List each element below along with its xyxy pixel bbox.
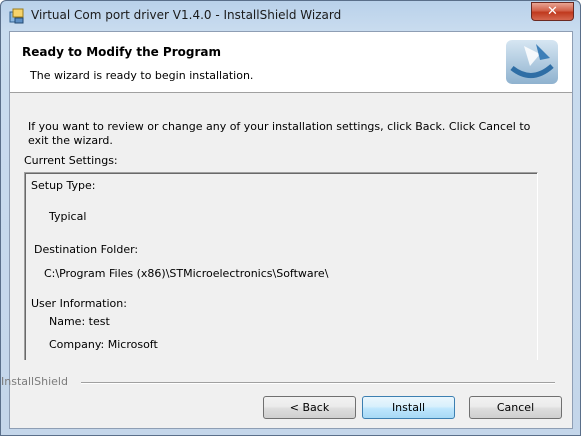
installshield-brand-label: InstallShield <box>1 375 68 388</box>
cancel-button[interactable]: Cancel <box>469 396 562 419</box>
page-title: Ready to Modify the Program <box>22 45 221 59</box>
settings-summary-inner: Setup Type: Typical Destination Folder: … <box>25 173 537 360</box>
title-bar[interactable]: Virtual Com port driver V1.4.0 - Install… <box>1 1 580 31</box>
wizard-client: Ready to Modify the Program The wizard i… <box>9 31 573 429</box>
destination-label: Destination Folder: <box>34 243 139 256</box>
window-title: Virtual Com port driver V1.4.0 - Install… <box>31 8 342 22</box>
settings-summary-box: Setup Type: Typical Destination Folder: … <box>24 172 538 360</box>
wizard-header: Ready to Modify the Program The wizard i… <box>10 32 572 93</box>
close-icon: ✕ <box>547 4 558 19</box>
close-button[interactable]: ✕ <box>531 2 574 21</box>
intro-text: If you want to review or change any of y… <box>28 120 531 147</box>
setup-type-label: Setup Type: <box>31 179 96 192</box>
back-button[interactable]: < Back <box>263 396 356 419</box>
setup-type-value: Typical <box>49 210 87 223</box>
installer-icon <box>9 8 24 24</box>
user-name-line: Name: test <box>49 315 110 328</box>
install-button[interactable]: Install <box>362 396 455 419</box>
page-subtitle: The wizard is ready to begin installatio… <box>30 69 254 82</box>
current-settings-label: Current Settings: <box>24 154 118 167</box>
wizard-window: Virtual Com port driver V1.4.0 - Install… <box>0 0 581 436</box>
installshield-logo <box>506 40 558 84</box>
destination-value: C:\Program Files (x86)\STMicroelectronic… <box>44 267 329 280</box>
company-line: Company: Microsoft <box>49 338 158 351</box>
user-info-label: User Information: <box>31 297 127 310</box>
footer-divider <box>81 382 555 384</box>
